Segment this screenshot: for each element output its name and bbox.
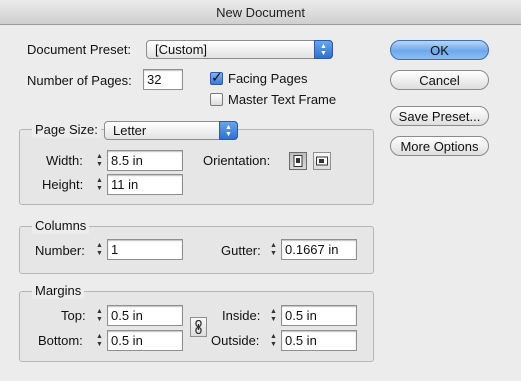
outside-margin-field[interactable]: 0.5 in [281,330,357,351]
top-margin-label: Top: [61,308,86,323]
gutter-stepper[interactable]: ▲ ▼ [268,239,279,260]
chain-link-icon [195,320,202,334]
top-margin-stepper[interactable]: ▲ ▼ [94,305,105,326]
column-number-label: Number: [35,243,85,258]
width-stepper[interactable]: ▲ ▼ [94,150,105,171]
document-preset-select[interactable]: [Custom] ▲ ▼ [146,40,333,59]
width-label: Width: [46,153,83,168]
document-preset-label: Document Preset: [27,42,132,57]
facing-pages-checkbox[interactable]: ✓ [210,69,223,85]
top-margin-field[interactable]: 0.5 in [107,305,183,326]
columns-title: Columns [32,218,90,234]
save-preset-button[interactable]: Save Preset... [390,106,489,126]
checkmark-icon: ✓ [211,69,223,85]
gutter-field[interactable]: 0.1667 in [281,239,357,260]
column-number-stepper[interactable]: ▲ ▼ [94,239,105,260]
portrait-orientation-button[interactable] [289,152,307,170]
popup-arrows-icon: ▲ ▼ [314,40,333,59]
number-of-pages-field[interactable]: 32 [143,69,183,90]
landscape-orientation-button[interactable] [313,152,331,170]
inside-margin-label: Inside: [222,308,261,323]
height-label: Height: [42,177,84,192]
height-field[interactable]: 11 in [107,174,183,195]
bottom-margin-field[interactable]: 0.5 in [107,330,183,351]
width-field[interactable]: 8.5 in [107,150,183,171]
popup-arrows-icon: ▲ ▼ [219,121,238,140]
page-size-select[interactable]: Letter ▲ ▼ [104,121,238,140]
landscape-page-icon [316,156,328,166]
cancel-button[interactable]: Cancel [390,70,489,90]
facing-pages-label: Facing Pages [228,71,308,86]
number-of-pages-label: Number of Pages: [27,73,132,88]
ok-button[interactable]: OK [390,40,489,60]
link-margins-button[interactable] [190,317,207,337]
height-stepper[interactable]: ▲ ▼ [94,174,105,195]
margins-title: Margins [32,283,85,299]
portrait-page-icon [293,155,303,167]
outside-margin-label: Outside: [211,333,260,348]
orientation-label: Orientation: [203,153,271,168]
document-preset-value: [Custom] [155,42,208,57]
master-text-frame-checkbox[interactable] [210,93,223,106]
new-document-dialog: New Document Document Preset: [Custom] ▲… [0,0,521,381]
page-size-label: Page Size: [32,122,101,138]
master-text-frame-label: Master Text Frame [228,92,337,107]
page-size-value: Letter [113,123,147,138]
column-number-field[interactable]: 1 [107,239,183,260]
dialog-title: New Document [0,0,521,25]
inside-margin-stepper[interactable]: ▲ ▼ [268,305,279,326]
more-options-button[interactable]: More Options [390,136,489,156]
inside-margin-field[interactable]: 0.5 in [281,305,357,326]
gutter-label: Gutter: [221,243,261,258]
outside-margin-stepper[interactable]: ▲ ▼ [268,330,279,351]
bottom-margin-label: Bottom: [38,333,83,348]
bottom-margin-stepper[interactable]: ▲ ▼ [94,330,105,351]
